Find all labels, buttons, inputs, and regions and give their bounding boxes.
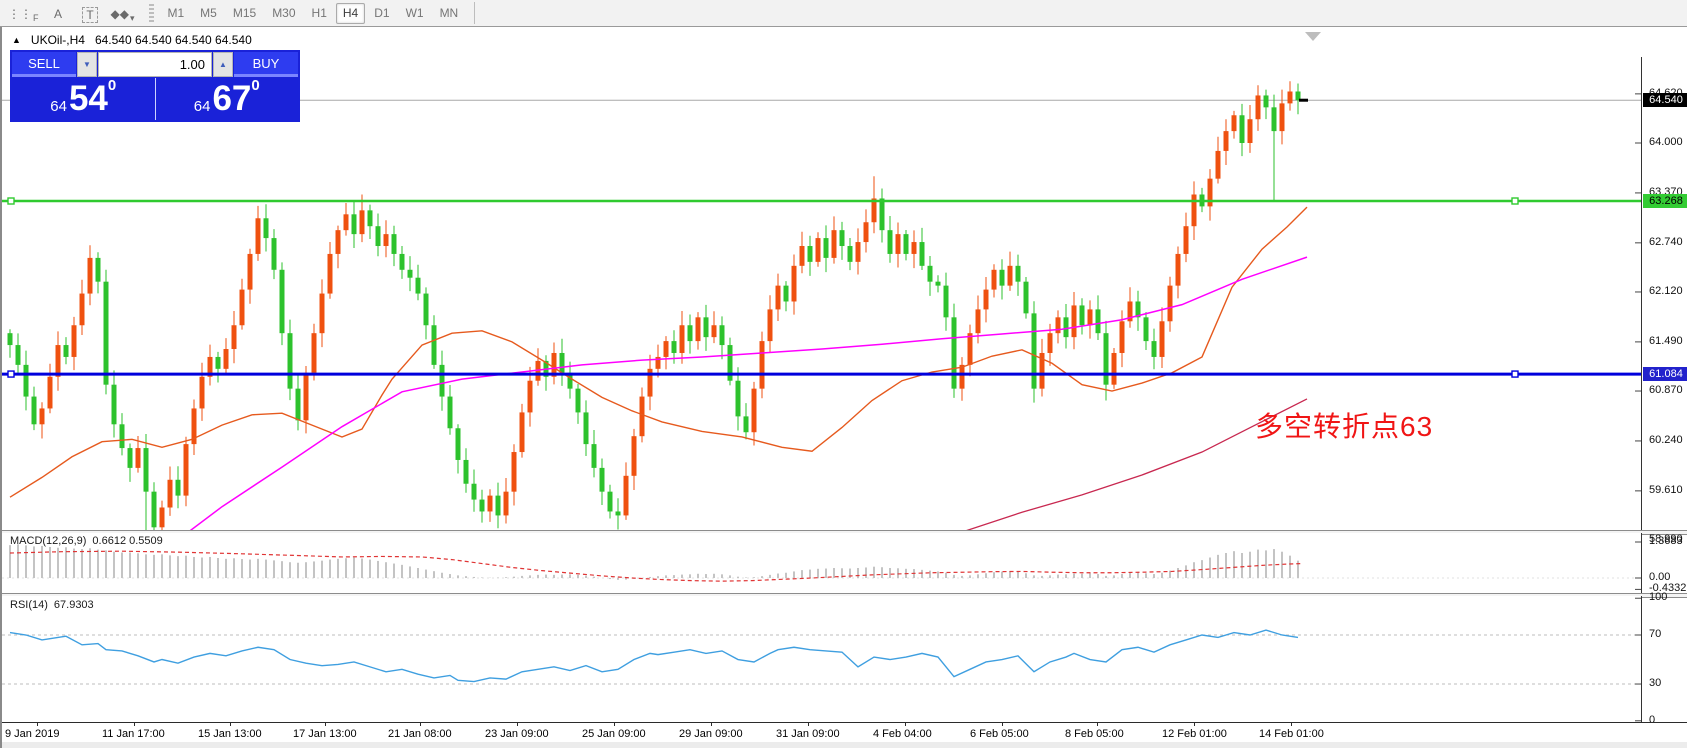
sell-price-display[interactable]: 64 54 0 — [12, 78, 155, 120]
price-tick: 59.610 — [1649, 483, 1683, 496]
resistance-hline-handle — [7, 197, 15, 205]
macd-tick: 1.3683 — [1649, 535, 1683, 547]
buy-button[interactable]: BUY — [234, 52, 298, 77]
support-hline-handle — [7, 370, 15, 378]
macd-label: MACD(12,26,9) 0.6612 0.5509 — [10, 535, 163, 547]
time-axis-label: 8 Feb 05:00 — [1065, 728, 1124, 740]
chart-quotes: 64.540 64.540 64.540 64.540 — [94, 33, 252, 47]
price-tick: 61.490 — [1649, 334, 1683, 347]
buy-price-display[interactable]: 64 67 0 — [154, 78, 299, 120]
timeframe-button-h4[interactable]: H4 — [335, 2, 366, 24]
time-axis-tick — [614, 723, 615, 726]
chart-window[interactable]: ▲ UKOil-,H4 64.540 64.540 64.540 64.540 … — [0, 27, 1687, 748]
main-chart-canvas[interactable] — [2, 57, 1642, 530]
toolbar-grip[interactable] — [148, 4, 154, 22]
time-axis-tick — [711, 723, 712, 726]
time-axis-label: 15 Jan 13:00 — [198, 728, 262, 740]
rsi-panel-canvas[interactable] — [2, 596, 1642, 722]
time-axis-label: 11 Jan 17:00 — [102, 728, 165, 740]
price-tick: 64.000 — [1649, 136, 1683, 148]
drawing-tools-group: ⋮⋮ F A T ◆◆ ▾ — [4, 3, 139, 23]
chart-title: UKOil-,H4 — [30, 33, 85, 47]
toolbar: ⋮⋮ F A T ◆◆ ▾ M1 M5 M15 M30 H1 H4 D1 W1 MN — [0, 0, 1687, 27]
time-axis-tick — [1002, 723, 1003, 726]
price-tick: 60.870 — [1649, 384, 1683, 397]
time-axis-tick — [1194, 723, 1195, 726]
timeframe-button-d1[interactable]: D1 — [367, 3, 396, 24]
time-axis-tick — [37, 723, 38, 726]
support-hline-handle — [1511, 370, 1519, 378]
timeframe-button-m5[interactable]: M5 — [193, 3, 224, 24]
chart-annotation-text: 多空转折点63 — [1255, 411, 1434, 442]
rsi-tick: 70 — [1649, 628, 1662, 640]
support-price-badge: 61.084 — [1643, 367, 1687, 382]
timeframe-buttons-group: M1 M5 M15 M30 H1 H4 D1 W1 MN — [160, 2, 467, 24]
collapse-arrow-icon[interactable]: ▲ — [12, 35, 21, 45]
time-axis-label: 17 Jan 13:00 — [293, 728, 357, 740]
rsi-tick: 100 — [1649, 591, 1668, 604]
time-axis-label: 21 Jan 08:00 — [388, 728, 452, 740]
chart-header: ▲ UKOil-,H4 64.540 64.540 64.540 64.540 — [12, 33, 252, 47]
price-tick: 60.240 — [1649, 433, 1683, 446]
time-axis-label: 31 Jan 09:00 — [776, 728, 840, 740]
time-axis-label: 29 Jan 09:00 — [679, 728, 743, 740]
timeframe-button-mn[interactable]: MN — [433, 3, 466, 24]
text-a-icon[interactable]: A — [45, 3, 73, 23]
time-axis-label: 12 Feb 01:00 — [1162, 728, 1227, 740]
time-axis-tick — [1291, 723, 1292, 726]
volume-increase-button[interactable]: ▲ — [213, 52, 233, 77]
time-axis-tick — [808, 723, 809, 726]
sell-button[interactable]: SELL — [12, 52, 76, 77]
time-axis-label: 6 Feb 05:00 — [970, 728, 1029, 740]
resistance-hline-handle — [1511, 197, 1519, 205]
toolbar-separator — [474, 2, 476, 24]
timeframe-button-m1[interactable]: M1 — [161, 3, 192, 24]
time-axis-label: 4 Feb 04:00 — [873, 728, 932, 740]
time-axis-tick — [325, 723, 326, 726]
mt4-terminal: ⋮⋮ F A T ◆◆ ▾ M1 M5 M15 M30 H1 H4 D1 W1 MN ▲ UKOil-,H… — [0, 0, 1687, 748]
price-tick: 62.120 — [1649, 284, 1683, 297]
text-label-icon[interactable]: T — [77, 3, 105, 23]
time-axis-tick — [517, 723, 518, 726]
time-axis-tick — [420, 723, 421, 726]
time-axis-label: 14 Feb 01:00 — [1259, 728, 1324, 740]
volume-decrease-button[interactable]: ▼ — [77, 52, 97, 77]
chart-grid-icon[interactable]: ⋮⋮ F — [6, 3, 41, 23]
resistance-price-badge: 63.268 — [1643, 194, 1687, 208]
timeframe-button-m15[interactable]: M15 — [226, 3, 263, 24]
time-axis-tick — [230, 723, 231, 726]
macd-panel-canvas[interactable] — [2, 533, 1642, 593]
macd-tick: 0.00 — [1649, 571, 1671, 583]
time-marker-icon — [1305, 32, 1321, 41]
price-tick: 62.740 — [1649, 235, 1683, 248]
timeframe-button-h1[interactable]: H1 — [305, 3, 334, 24]
time-axis-label: 25 Jan 09:00 — [582, 728, 646, 740]
timeframe-button-m30[interactable]: M30 — [265, 3, 302, 24]
rsi-label: RSI(14) 67.9303 — [10, 599, 94, 611]
timeframe-button-w1[interactable]: W1 — [399, 3, 431, 24]
time-axis-label: 23 Jan 09:00 — [485, 728, 549, 740]
time-axis-tick — [1097, 723, 1098, 726]
volume-input[interactable] — [98, 52, 212, 77]
time-axis-tick — [905, 723, 906, 726]
rsi-tick: 30 — [1649, 677, 1662, 690]
shapes-arrows-icon[interactable]: ◆◆ ▾ — [109, 3, 137, 23]
time-axis-label: 9 Jan 2019 — [5, 728, 60, 740]
time-axis-tick — [134, 723, 135, 726]
window-bottom-edge — [2, 742, 1687, 748]
one-click-trading-panel: SELL ▼ ▲ BUY 64540 64670 — [10, 50, 300, 122]
current-price-badge: 64.540 — [1643, 93, 1687, 108]
